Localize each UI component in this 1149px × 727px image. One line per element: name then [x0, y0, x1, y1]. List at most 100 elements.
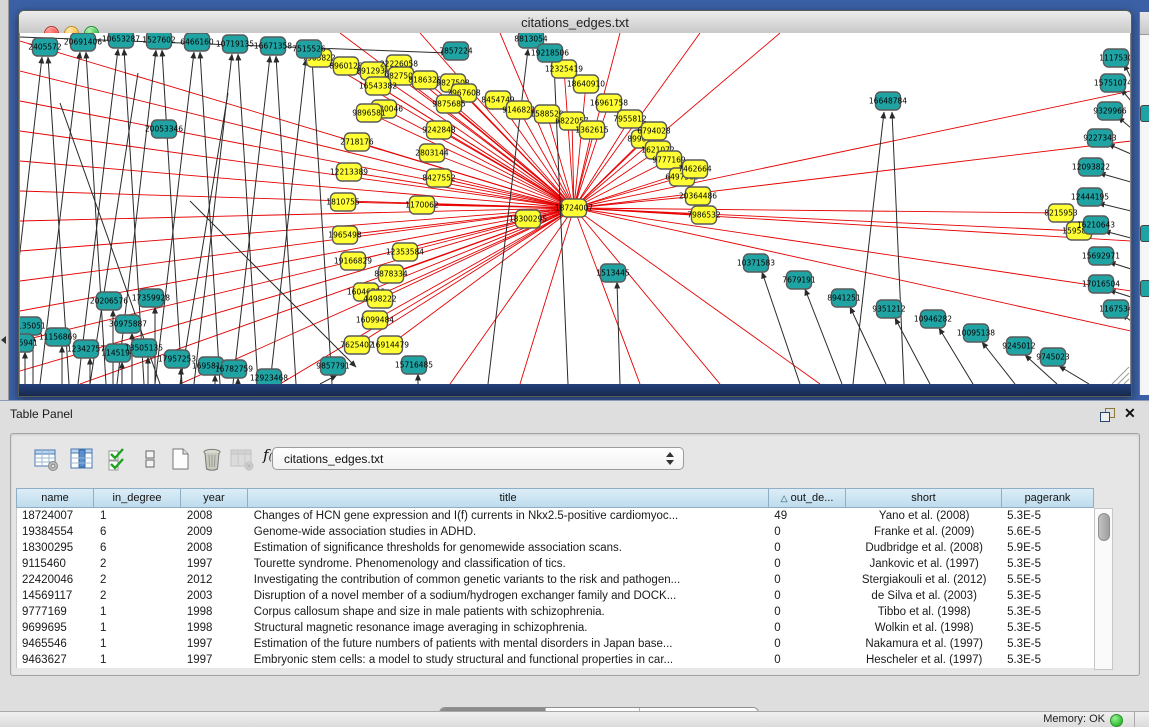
table-cell[interactable]: Investigating the contribution of common… [249, 572, 770, 588]
table-cell[interactable]: Tourette syndrome. Phenomenology and cla… [249, 556, 770, 572]
table-row[interactable]: 2242004622012Investigating the contribut… [17, 572, 1094, 588]
table-cell[interactable]: 2003 [182, 588, 249, 604]
table-cell[interactable]: 1 [95, 508, 182, 524]
table-cell[interactable]: 1 [95, 636, 182, 652]
table-row[interactable]: 911546021997Tourette syndrome. Phenomeno… [17, 556, 1094, 572]
background-window-sliver[interactable] [1139, 12, 1149, 395]
show-columns-icon[interactable] [69, 446, 95, 472]
table-cell[interactable]: 5.3E-5 [1002, 588, 1094, 604]
table-cell[interactable]: 1 [95, 652, 182, 668]
table-cell[interactable]: 5.6E-5 [1002, 524, 1094, 540]
table-cell[interactable]: 5.9E-5 [1002, 540, 1094, 556]
table-selector-dropdown[interactable]: citations_edges.txt [272, 447, 684, 470]
network-view-window[interactable]: citations_edges.txt 18724007796382289601… [18, 10, 1132, 397]
table-cell[interactable]: 1997 [182, 636, 249, 652]
table-cell[interactable]: 5.3E-5 [1002, 620, 1094, 636]
close-panel-icon[interactable]: ✕ [1124, 405, 1136, 422]
delete-entries-icon[interactable] [199, 446, 225, 472]
column-header-title[interactable]: title [248, 488, 769, 508]
column-header-out_de[interactable]: △ out_de... [769, 488, 846, 508]
table-row[interactable]: 1872400712008Changes of HCN gene express… [17, 508, 1094, 524]
table-scrollbar-thumb[interactable] [1098, 513, 1110, 541]
table-cell[interactable]: 9699695 [17, 620, 95, 636]
table-cell[interactable]: Hescheler et al. (1997) [846, 652, 1002, 668]
table-cell[interactable]: 19384554 [17, 524, 95, 540]
table-row[interactable]: 946554611997Estimation of the future num… [17, 636, 1094, 652]
table-mode-icon[interactable] [33, 446, 59, 472]
window-titlebar[interactable]: citations_edges.txt [19, 11, 1131, 34]
table-cell[interactable]: 2008 [182, 508, 249, 524]
table-cell[interactable]: 2012 [182, 572, 249, 588]
new-table-icon[interactable] [167, 446, 193, 472]
row-height-icon[interactable] [137, 446, 163, 472]
column-header-short[interactable]: short [846, 488, 1002, 508]
table-cell[interactable]: Stergiakouli et al. (2012) [846, 572, 1002, 588]
memory-ok-indicator[interactable] [1110, 714, 1123, 727]
table-cell[interactable]: Embryonic stem cells: a model to study s… [249, 652, 770, 668]
table-cell[interactable]: 1 [95, 620, 182, 636]
table-cell[interactable]: 0 [769, 572, 846, 588]
table-cell[interactable]: Estimation of significance thresholds fo… [249, 540, 770, 556]
table-cell[interactable]: 9463627 [17, 652, 95, 668]
table-cell[interactable]: 0 [769, 620, 846, 636]
table-row[interactable]: 977716911998Corpus callosum shape and si… [17, 604, 1094, 620]
network-canvas[interactable]: 1872400779638228960128891293422226058982… [19, 33, 1131, 384]
table-cell[interactable]: Nakamura et al. (1997) [846, 636, 1002, 652]
column-header-year[interactable]: year [181, 488, 248, 508]
table-cell[interactable]: 1997 [182, 556, 249, 572]
table-row[interactable]: 1938455462009Genome-wide association stu… [17, 524, 1094, 540]
table-cell[interactable]: 9777169 [17, 604, 95, 620]
table-cell[interactable]: 0 [769, 540, 846, 556]
table-cell[interactable]: Genome-wide association studies in ADHD. [249, 524, 770, 540]
table-cell[interactable]: Franke et al. (2009) [846, 524, 1002, 540]
table-cell[interactable]: Corpus callosum shape and size in male p… [249, 604, 770, 620]
table-cell[interactable]: 18724007 [17, 508, 95, 524]
float-panel-icon[interactable] [1100, 408, 1115, 422]
table-row[interactable]: 1830029562008Estimation of significance … [17, 540, 1094, 556]
table-cell[interactable]: 0 [769, 636, 846, 652]
table-cell[interactable]: 1998 [182, 604, 249, 620]
column-header-in_degree[interactable]: in_degree [94, 488, 181, 508]
table-cell[interactable]: 5.3E-5 [1002, 556, 1094, 572]
table-cell[interactable]: 0 [769, 524, 846, 540]
table-cell[interactable]: 5.5E-5 [1002, 572, 1094, 588]
table-cell[interactable]: Changes of HCN gene expression and I(f) … [249, 508, 770, 524]
table-cell[interactable]: 0 [769, 652, 846, 668]
table-cell[interactable]: Yano et al. (2008) [846, 508, 1002, 524]
table-cell[interactable]: 2 [95, 556, 182, 572]
table-cell[interactable]: Dudbridge et al. (2008) [846, 540, 1002, 556]
delete-table-icon[interactable] [229, 446, 255, 472]
table-cell[interactable]: 14569117 [17, 588, 95, 604]
table-cell[interactable]: 22420046 [17, 572, 95, 588]
select-all-icon[interactable] [105, 446, 131, 472]
table-cell[interactable]: Estimation of the future numbers of pati… [249, 636, 770, 652]
collapse-arrow-icon[interactable] [1, 336, 6, 344]
table-cell[interactable]: 6 [95, 524, 182, 540]
table-cell[interactable]: 5.3E-5 [1002, 604, 1094, 620]
table-row[interactable]: 946362711997Embryonic stem cells: a mode… [17, 652, 1094, 668]
table-cell[interactable]: 6 [95, 540, 182, 556]
table-cell[interactable]: Disruption of a novel member of a sodium… [249, 588, 770, 604]
table-cell[interactable]: 5.3E-5 [1002, 636, 1094, 652]
table-cell[interactable]: Jankovic et al. (1997) [846, 556, 1002, 572]
table-cell[interactable]: Wolkin et al. (1998) [846, 620, 1002, 636]
table-cell[interactable]: de Silva et al. (2003) [846, 588, 1002, 604]
table-cell[interactable]: 18300295 [17, 540, 95, 556]
table-cell[interactable]: 0 [769, 556, 846, 572]
table-cell[interactable]: 0 [769, 604, 846, 620]
table-row[interactable]: 1456911722003Disruption of a novel membe… [17, 588, 1094, 604]
table-cell[interactable]: 49 [769, 508, 846, 524]
table-cell[interactable]: 2009 [182, 524, 249, 540]
table-cell[interactable]: 9115460 [17, 556, 95, 572]
table-row[interactable]: 969969511998Structural magnetic resonanc… [17, 620, 1094, 636]
table-cell[interactable]: 2 [95, 572, 182, 588]
column-header-name[interactable]: name [16, 488, 94, 508]
table-cell[interactable]: 0 [769, 588, 846, 604]
table-cell[interactable]: 1998 [182, 620, 249, 636]
table-cell[interactable]: 5.3E-5 [1002, 652, 1094, 668]
table-cell[interactable]: Tibbo et al. (1998) [846, 604, 1002, 620]
table-scrollbar[interactable] [1094, 508, 1113, 670]
network-canvas-svg[interactable]: 1872400779638228960128891293422226058982… [20, 33, 1130, 384]
table-cell[interactable]: 2 [95, 588, 182, 604]
table-cell[interactable]: 9465546 [17, 636, 95, 652]
